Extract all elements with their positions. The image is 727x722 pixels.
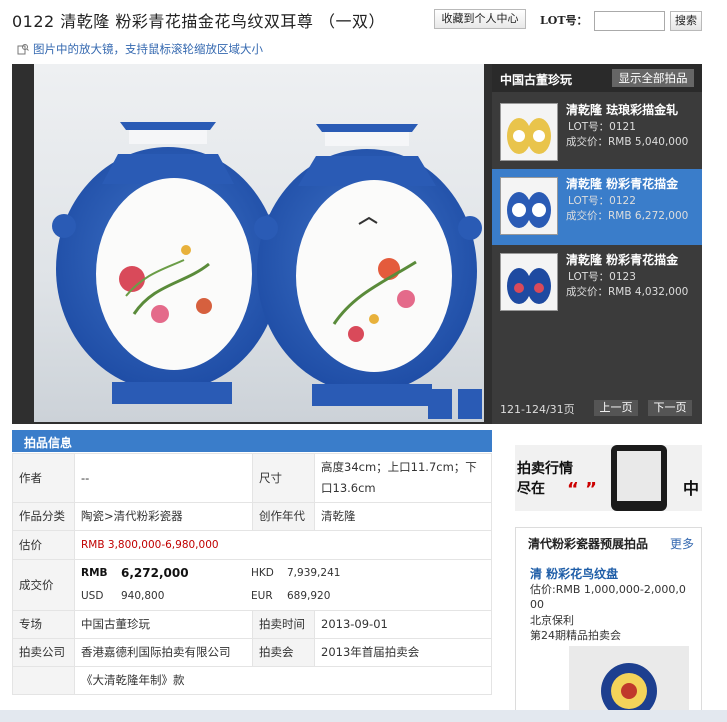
ad-quote: “ ” [567,479,597,500]
lot-number-input[interactable] [594,11,665,31]
preview-auction-house: 北京保利 [530,614,574,627]
lot-thumbnail[interactable] [500,177,558,235]
category-label: 作品分类 [12,502,75,531]
lot-sidebar: 中国古董珍玩 显示全部拍品 清乾隆 珐琅彩描金轧 LOT号：0121 成交价：R… [492,64,702,424]
company-value: 香港嘉德利国际拍卖有限公司 [74,638,253,667]
rmb-currency: RMB [81,567,108,579]
ad-line2: 尽在 [517,481,545,497]
magnifier-icon [17,43,29,55]
size-label: 尺寸 [252,453,315,503]
show-all-lots-button[interactable]: 显示全部拍品 [612,69,694,87]
lot-name[interactable]: 清乾隆 粉彩青花描金 [566,175,696,192]
era-value: 清乾隆 [314,502,492,531]
preview-estimate: 估价:RMB 1,000,000-2,000,000 [530,583,686,611]
lot-thumbnail[interactable] [500,103,558,161]
image-gallery: 中国古董珍玩 显示全部拍品 清乾隆 珐琅彩描金轧 LOT号：0121 成交价：R… [12,64,702,424]
sale-label: 拍卖会 [252,638,315,667]
era-label: 创作年代 [252,502,315,531]
eur-currency: EUR [251,590,273,602]
zoom-hint-text: 图片中的放大镜，支持鼠标滚轮缩放区域大小 [33,42,263,56]
category-value: 陶瓷>清代粉彩瓷器 [74,502,253,531]
lot-price: 成交价：RMB 5,040,000 [566,136,689,148]
field-value: 中国古董珍玩 [74,610,253,639]
eur-value: 689,920 [287,590,331,602]
usd-value: 940,800 [121,590,165,602]
author-label: 作者 [12,453,75,503]
sale-value: 2013年首届拍卖会 [314,638,492,667]
lot-thumbnail[interactable] [500,253,558,311]
table-row: 专场 中国古董珍玩 拍卖时间 2013-09-01 [12,610,492,639]
table-row: 作者 -- 尺寸 高度34cm；上口11.7cm；下口13.6cm [12,453,492,503]
estimate-label: 估价 [12,530,75,560]
table-row: 拍卖公司 香港嘉德利国际拍卖有限公司 拍卖会 2013年首届拍卖会 [12,638,492,667]
estimate-value-text: RMB 3,800,000-6,980,000 [81,539,219,551]
lot-number: LOT号：0122 [568,195,636,207]
table-row: 《大清乾隆年制》款 [12,666,492,695]
lot-price: 成交价：RMB 6,272,000 [566,210,689,222]
time-value: 2013-09-01 [314,610,492,639]
deal-price-grid: RMB 6,272,000 HKD 7,939,241 USD 940,800 … [81,563,485,607]
preview-sale: 第24期精品拍卖会 [530,629,621,642]
lot-item-0123[interactable]: 清乾隆 粉彩青花描金 LOT号：0123 成交价：RMB 4,032,000 [492,245,702,321]
hkd-currency: HKD [251,567,274,579]
cut-row-text: 《大清乾隆年制》款 [74,666,492,695]
page-bottom-strip [0,710,727,722]
lot-item-0122[interactable]: 清乾隆 粉彩青花描金 LOT号：0122 成交价：RMB 6,272,000 [492,169,702,245]
deal-price-cell: RMB 6,272,000 HKD 7,939,241 USD 940,800 … [74,559,492,611]
info-section-title: 拍品信息 [24,436,73,450]
lot-label: LOT号： [540,14,588,27]
lot-name[interactable]: 清乾隆 粉彩青花描金 [566,251,696,268]
company-label: 拍卖公司 [12,638,75,667]
preview-lot-name[interactable]: 清 粉彩花鸟纹盘 [530,565,618,582]
lot-number: LOT号：0121 [568,121,636,133]
time-label: 拍卖时间 [252,610,315,639]
category-title: 中国古董珍玩 [500,73,573,87]
add-to-favorites-button[interactable]: 收藏到个人中心 [434,9,526,29]
phone-image [611,445,667,511]
table-row: 估价 RMB 3,800,000-6,980,000 [12,530,492,560]
more-link[interactable]: 更多 [670,535,694,552]
main-vase-photo[interactable] [34,64,484,422]
preview-title: 清代粉彩瓷器预展拍品 [528,537,649,551]
preview-lots-box: 清代粉彩瓷器预展拍品 更多 清 粉彩花鸟纹盘 估价:RMB 1,000,000-… [515,527,702,722]
lot-item-0121[interactable]: 清乾隆 珐琅彩描金轧 LOT号：0121 成交价：RMB 5,040,000 [492,95,702,171]
ad-line1: 拍卖行情 [517,461,573,477]
author-value: -- [74,453,253,503]
page-title: 0122 清乾隆 粉彩青花描金花鸟纹双耳尊 （一双） [12,12,385,31]
market-ad-banner[interactable]: 拍卖行情 尽在 “ ” 中 [515,445,702,511]
hkd-value: 7,939,241 [287,567,341,579]
ad-tail: 中 [683,479,700,498]
info-section-header: 拍品信息 [12,430,492,452]
estimate-value: RMB 3,800,000-6,980,000 [74,530,492,560]
right-vase [254,124,482,406]
zoom-hint: 图片中的放大镜，支持鼠标滚轮缩放区域大小 [17,41,263,57]
table-row: 成交价 RMB 6,272,000 HKD 7,939,241 USD 940,… [12,559,492,611]
field-label: 专场 [12,610,75,639]
usd-currency: USD [81,590,104,602]
next-page-button[interactable]: 下一页 [648,400,692,416]
previous-page-button[interactable]: 上一页 [594,400,638,416]
lot-number: LOT号：0123 [568,271,636,283]
lot-price: 成交价：RMB 4,032,000 [566,286,689,298]
table-row: 作品分类 陶瓷>清代粉彩瓷器 创作年代 清乾隆 [12,502,492,531]
left-vase [52,122,284,404]
lot-name[interactable]: 清乾隆 珐琅彩描金轧 [566,101,696,118]
lot-info-table: 作者 -- 尺寸 高度34cm；上口11.7cm；下口13.6cm 作品分类 陶… [12,453,492,695]
deal-price-label: 成交价 [12,559,75,611]
search-button[interactable]: 搜索 [670,11,702,31]
pager-status: 121-124/31页 [500,403,575,416]
size-value: 高度34cm；上口11.7cm；下口13.6cm [314,453,492,503]
rmb-value: 6,272,000 [121,566,189,580]
sidebar-header: 中国古董珍玩 显示全部拍品 [492,64,702,92]
